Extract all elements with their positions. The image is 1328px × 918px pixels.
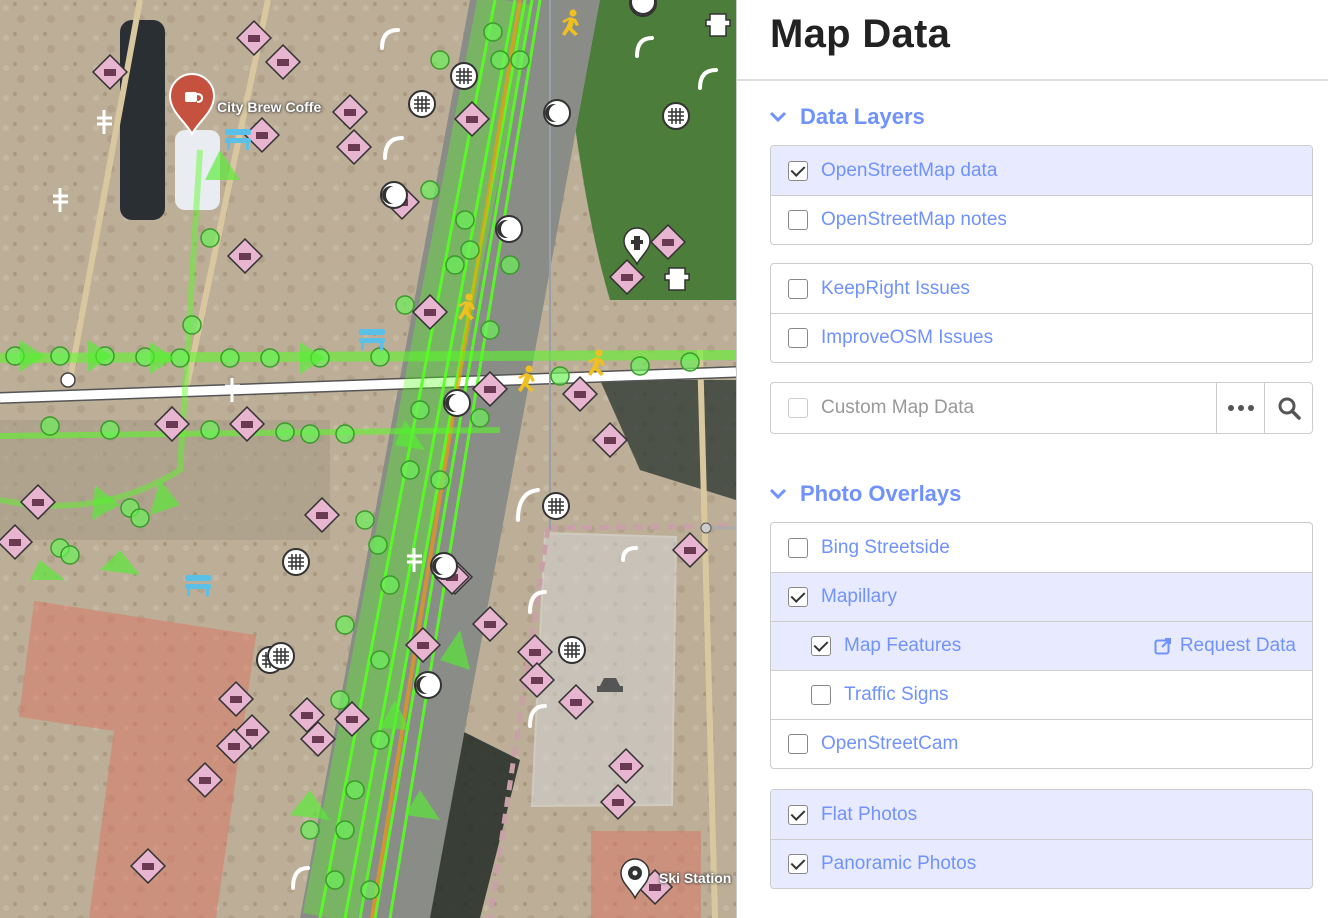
- chevron-down-icon: [769, 488, 787, 500]
- vertex[interactable]: [60, 372, 76, 388]
- layer-label: KeepRight Issues: [821, 277, 970, 299]
- data-layers-group-custom: Custom Map Data: [770, 382, 1313, 434]
- checkbox[interactable]: [788, 734, 808, 754]
- checkbox[interactable]: [788, 278, 808, 299]
- overlay-label: OpenStreetCam: [821, 733, 959, 754]
- parked-car: [120, 20, 165, 220]
- layer-item-osm-data[interactable]: OpenStreetMap data: [771, 146, 1312, 195]
- overlay-item-openstreetcam[interactable]: OpenStreetCam: [771, 719, 1312, 768]
- external-link-icon: [1154, 638, 1171, 655]
- checkbox[interactable]: [788, 804, 808, 825]
- page-title: Map Data: [770, 12, 951, 56]
- layer-item-custom: Custom Map Data: [771, 383, 1312, 433]
- request-data-label: Request Data: [1179, 635, 1296, 656]
- section-title-data-layers: Data Layers: [800, 104, 925, 129]
- chevron-down-icon: [769, 111, 787, 123]
- map-canvas[interactable]: [0, 0, 736, 918]
- layer-label: Custom Map Data: [821, 397, 975, 418]
- checkbox[interactable]: [811, 685, 831, 705]
- ellipsis-icon: [1227, 405, 1254, 411]
- overlay-item-traffic-signs[interactable]: Traffic Signs: [771, 670, 1312, 719]
- checkbox[interactable]: [788, 587, 808, 607]
- layer-item-keepright[interactable]: KeepRight Issues: [771, 264, 1312, 313]
- overlay-item-bing-streetside[interactable]: Bing Streetside: [771, 523, 1312, 572]
- overlay-label: Mapillary: [821, 586, 898, 607]
- overlay-item-mapillary[interactable]: Mapillary: [771, 572, 1312, 621]
- poi-label-ski-station[interactable]: Ski Station: [659, 870, 731, 886]
- crescent-icon[interactable]: [630, 0, 656, 15]
- layer-item-osm-notes[interactable]: OpenStreetMap notes: [771, 195, 1312, 244]
- panel-header: Map Data: [737, 0, 1328, 81]
- vertex[interactable]: [700, 522, 712, 534]
- checkbox[interactable]: [788, 537, 808, 558]
- layer-label: OpenStreetMap notes: [821, 209, 1007, 230]
- layer-label: OpenStreetMap data: [821, 159, 998, 181]
- overlay-item-map-features[interactable]: Map Features Request Data: [771, 621, 1312, 670]
- poi-label-city-brew[interactable]: City Brew Coffe: [217, 99, 321, 115]
- map-viewport[interactable]: City Brew Coffe Ski Station: [0, 0, 736, 918]
- section-title-photo-overlays: Photo Overlays: [800, 481, 962, 506]
- checkbox[interactable]: [811, 636, 831, 656]
- checkbox[interactable]: [788, 398, 808, 418]
- filter-item-panoramic-photos[interactable]: Panoramic Photos: [771, 839, 1312, 888]
- filter-item-flat-photos[interactable]: Flat Photos: [771, 790, 1312, 839]
- search-icon: [1278, 397, 1301, 420]
- filter-label: Panoramic Photos: [821, 853, 977, 874]
- custom-data-options-button[interactable]: [1216, 383, 1264, 433]
- overlay-label: Map Features: [844, 635, 962, 656]
- map-data-panel: Map Data Data Layers OpenStreetMap data …: [736, 0, 1328, 918]
- building: [530, 531, 678, 808]
- checkbox[interactable]: [788, 854, 808, 874]
- custom-data-zoom-button[interactable]: [1264, 383, 1312, 433]
- filter-label: Flat Photos: [821, 803, 918, 825]
- checkbox[interactable]: [788, 210, 808, 230]
- data-layers-group-osm: OpenStreetMap data OpenStreetMap notes: [770, 145, 1313, 245]
- overlay-label: Bing Streetside: [821, 536, 950, 558]
- photo-overlays-group: Bing Streetside Mapillary Map Features R…: [770, 522, 1313, 769]
- layer-item-improveosm[interactable]: ImproveOSM Issues: [771, 313, 1312, 362]
- checkbox[interactable]: [788, 160, 808, 181]
- data-layers-toggle[interactable]: Data Layers: [767, 104, 925, 130]
- request-data-link[interactable]: Request Data: [1154, 635, 1296, 657]
- data-layers-group-issues: KeepRight Issues ImproveOSM Issues: [770, 263, 1313, 363]
- layer-label: ImproveOSM Issues: [821, 327, 994, 348]
- overlay-label: Traffic Signs: [844, 684, 949, 705]
- photo-overlays-toggle[interactable]: Photo Overlays: [767, 481, 961, 507]
- photo-filter-group: Flat Photos Panoramic Photos: [770, 789, 1313, 889]
- checkbox[interactable]: [788, 328, 808, 348]
- custom-data-toggle[interactable]: Custom Map Data: [771, 383, 1216, 433]
